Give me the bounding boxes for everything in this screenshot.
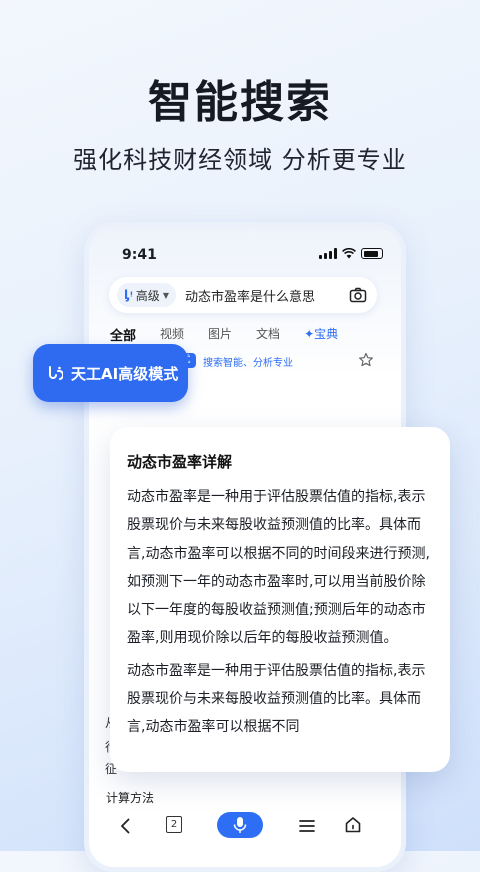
headline: 智能搜索 [148,77,332,128]
search-input[interactable]: 动态市盈率是什么意思 [185,286,315,305]
ai-badge-label: 天工AI高级模式 [71,364,179,383]
back-icon[interactable] [116,816,136,836]
tiangong-logo-icon: ᶅᵎ [124,288,133,302]
search-mode-label: 高级 [135,288,160,303]
section-label: 计算方法 [106,791,155,805]
ai-advanced-mode-badge[interactable]: 天工AI高级模式 [33,344,188,402]
card-body: 动态市盈率是一种用于评估股票估值的指标,表示股票现价与未来每股收益预测值的比率。… [127,483,435,746]
subheadline: 强化科技财经领域 分析更专业 [73,146,407,174]
star-icon[interactable] [358,352,374,368]
status-time: 9:41 [122,247,157,263]
card-title: 动态市盈率详解 [127,453,233,471]
tab-count-icon[interactable]: 2 [166,816,182,833]
caret-down-icon: ▼ [162,290,169,300]
status-icons [319,248,383,259]
result-tabs: 全部 视频 图片 文档 ✦宝典 [110,325,362,348]
tab-video[interactable]: 视频 [160,325,184,344]
microphone-icon [233,817,247,833]
card-paragraph: 动态市盈率是一种用于评估股票估值的指标,表示股票现价与未来每股收益预测值的比率。… [127,662,426,736]
tab-image[interactable]: 图片 [208,325,232,344]
wifi-icon [342,248,356,259]
voice-button[interactable] [217,812,263,838]
answer-card: 动态市盈率详解 动态市盈率是一种用于评估股票估值的指标,表示股票现价与未来每股收… [110,427,450,772]
tiangong-logo-icon [49,366,63,380]
home-icon[interactable] [343,815,363,835]
mode-banner-text: 搜索智能、分析专业 [203,358,293,369]
search-mode-selector[interactable]: ᶅᵎ 高级 ▼ [117,283,176,307]
search-bar[interactable]: ᶅᵎ 高级 ▼ 动态市盈率是什么意思 [109,277,377,313]
signal-icon [319,248,337,259]
tab-all[interactable]: 全部 [110,325,136,348]
tab-baodian[interactable]: ✦宝典 [304,325,338,344]
bottom-nav: 2 [89,806,391,846]
battery-icon [361,248,383,259]
card-paragraph: 动态市盈率是一种用于评估股票估值的指标,表示股票现价与未来每股收益预测值的比率。… [127,489,430,647]
tab-document[interactable]: 文档 [256,325,280,344]
camera-icon[interactable] [349,286,367,304]
menu-icon[interactable] [297,816,317,836]
